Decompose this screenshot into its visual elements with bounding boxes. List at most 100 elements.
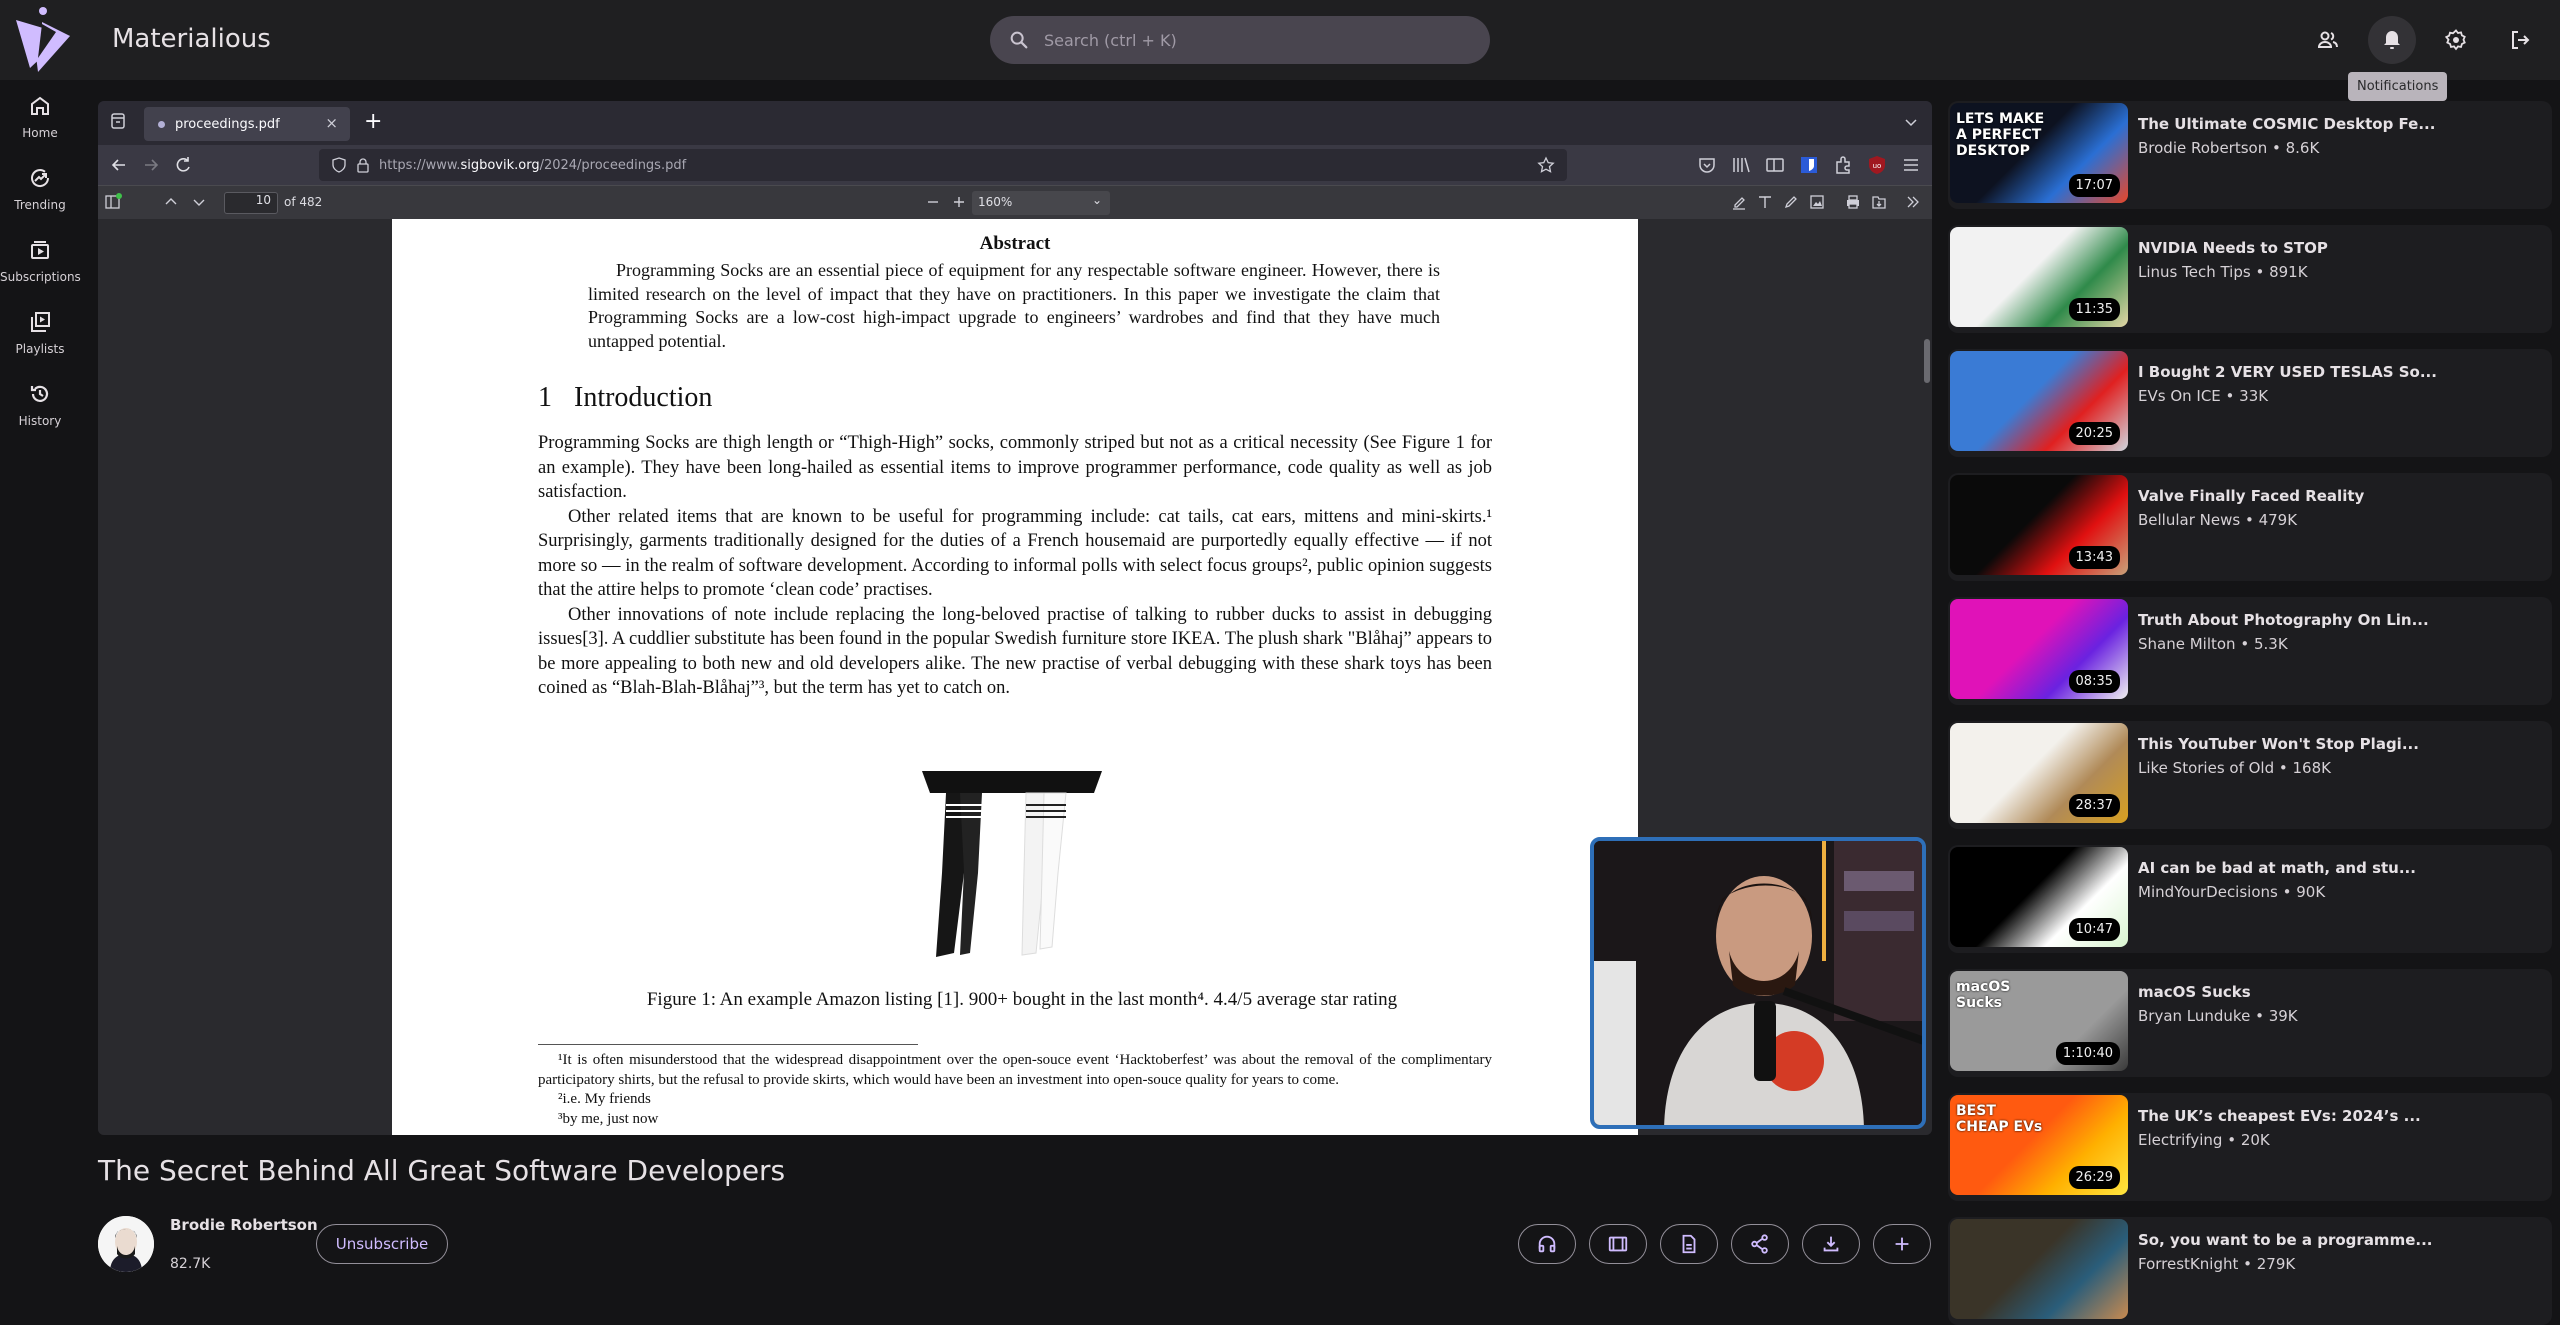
presenter-image [1594,841,1922,1125]
related-video-meta: Bellular News • 479K [2138,511,2297,529]
text-tool-icon [1759,196,1771,208]
zoom-level-select: 160% ⌄ [972,191,1110,215]
document-icon [1682,1234,1696,1254]
footnote: ¹It is often misunderstood that the wide… [538,1052,1492,1088]
audio-only-button[interactable] [1518,1224,1576,1264]
sidebar-item-label: Subscriptions [0,270,81,284]
app-logo-icon[interactable] [12,6,74,74]
channel-name[interactable]: Brodie Robertson [170,1216,318,1234]
video-thumbnail[interactable]: 10:47 [1950,847,2128,947]
related-video-title[interactable]: The Ultimate COSMIC Desktop Fe... [2138,115,2435,133]
logout-button[interactable] [2496,16,2544,64]
related-video-title[interactable]: The UK’s cheapest EVs: 2024’s ... [2138,1107,2421,1125]
figure-socks-image [922,771,1102,957]
abstract-body: Programming Socks are an essential piece… [588,260,1440,351]
video-thumbnail[interactable] [1950,1219,2128,1319]
related-view-count: • 891K [2250,263,2308,281]
app-title[interactable]: Materialious [112,24,271,54]
bitwarden-icon [1801,157,1817,173]
close-tab-icon: × [325,114,338,132]
people-icon [2317,31,2338,48]
transcript-button[interactable] [1660,1224,1718,1264]
reload-icon [176,157,190,172]
channel-avatar[interactable] [98,1216,154,1272]
unsubscribe-button[interactable]: Unsubscribe [316,1224,448,1264]
sidebar-item-subscriptions[interactable]: Subscriptions [0,238,81,284]
video-thumbnail[interactable]: 11:35 [1950,227,2128,327]
subscriptions-icon [31,241,49,259]
sidebar-item-label: Home [22,126,58,140]
related-video-title[interactable]: This YouTuber Won't Stop Plagi... [2138,735,2419,753]
related-video-item[interactable]: BEST CHEAP EVs 26:29 The UK’s cheapest EVs… [1948,1093,2552,1201]
related-channel-name: MindYourDecisions [2138,883,2278,901]
theater-mode-button[interactable] [1589,1224,1647,1264]
search-bar[interactable] [990,16,1490,64]
related-video-title[interactable]: AI can be bad at math, and stu... [2138,859,2416,877]
top-actions [2304,16,2544,64]
related-video-title[interactable]: macOS Sucks [2138,983,2251,1001]
video-thumbnail[interactable]: 13:43 [1950,475,2128,575]
search-input[interactable] [1044,30,1464,50]
add-to-playlist-button[interactable] [1873,1224,1931,1264]
share-button[interactable] [1731,1224,1789,1264]
shield-icon [332,157,346,173]
related-video-item[interactable]: 11:35 NVIDIA Needs to STOP Linus Tech Tips… [1948,225,2552,333]
video-thumbnail[interactable]: 28:37 [1950,723,2128,823]
video-thumbnail[interactable]: 20:25 [1950,351,2128,451]
plus-icon [1895,1237,1909,1251]
lock-icon [357,158,369,173]
paragraph: Programming Socks are thigh length or “T… [538,433,1492,502]
video-thumbnail[interactable]: LETS MAKE A PERFECT DESKTOP 17:07 [1950,103,2128,203]
related-view-count: • 168K [2274,759,2331,777]
related-video-title[interactable]: I Bought 2 VERY USED TESLAS So... [2138,363,2437,381]
related-video-item[interactable]: 20:25 I Bought 2 VERY USED TESLAS So... EV… [1948,349,2552,457]
related-video-item[interactable]: macOS Sucks 1:10:40 macOS Sucks Bryan Lundu… [1948,969,2552,1077]
page-total: of 482 [284,195,323,209]
settings-button[interactable] [2432,16,2480,64]
related-video-item[interactable]: 28:37 This YouTuber Won't Stop Plagi... Li… [1948,721,2552,829]
save-icon [1872,196,1886,209]
related-channel-name: Shane Milton [2138,635,2236,653]
video-duration: 17:07 [2068,174,2120,197]
related-video-title[interactable]: Truth About Photography On Lin... [2138,611,2429,629]
zoom-out-icon [928,201,938,203]
related-view-count: • 39K [2250,1007,2298,1025]
theater-mode-icon [1608,1236,1628,1252]
related-video-item[interactable]: 10:47 AI can be bad at math, and stu... Mi… [1948,845,2552,953]
video-duration: 10:47 [2068,918,2120,941]
video-duration: 13:43 [2068,546,2120,569]
url-text: https://www.sigbovik.org/2024/proceeding… [379,157,687,173]
notifications-button[interactable] [2368,16,2416,64]
related-video-item[interactable]: LETS MAKE A PERFECT DESKTOP 17:07 The Ulti… [1948,101,2552,209]
sidebar-item-trending[interactable]: Trending [0,166,80,212]
subscriber-count: 82.7K [170,1256,211,1272]
related-video-meta: MindYourDecisions • 90K [2138,883,2325,901]
video-player[interactable]: proceedings.pdf × + https://www.sigbovik… [98,101,1932,1135]
sidebar-item-home[interactable]: Home [0,94,80,140]
manage-subscriptions-button[interactable] [2304,16,2352,64]
history-icon [30,385,49,402]
download-button[interactable] [1802,1224,1860,1264]
video-thumbnail[interactable]: 08:35 [1950,599,2128,699]
related-video-item[interactable]: So, you want to be a programme... Forrest… [1948,1217,2552,1325]
related-video-meta: Shane Milton • 5.3K [2138,635,2288,653]
browser-tab: proceedings.pdf × [144,107,350,141]
related-channel-name: EVs On ICE [2138,387,2221,405]
related-channel-name: Linus Tech Tips [2138,263,2251,281]
related-video-title[interactable]: NVIDIA Needs to STOP [2138,239,2328,257]
page-number-field: 10 [224,192,278,214]
thumbnail-text: BEST CHEAP EVs [1956,1103,2043,1135]
sidebar-item-history[interactable]: History [0,382,80,428]
related-view-count: • 5.3K [2235,635,2288,653]
related-video-title[interactable]: So, you want to be a programme... [2138,1231,2432,1249]
related-video-title[interactable]: Valve Finally Faced Reality [2138,487,2364,505]
pdf-page: Abstract Programming Socks are an essent… [392,219,1638,1135]
related-video-item[interactable]: 13:43 Valve Finally Faced Reality Bellular… [1948,473,2552,581]
trending-icon [31,169,50,187]
browser-nav-bar: https://www.sigbovik.org/2024/proceeding… [98,145,1932,185]
video-thumbnail[interactable]: macOS Sucks 1:10:40 [1950,971,2128,1071]
video-thumbnail[interactable]: BEST CHEAP EVs 26:29 [1950,1095,2128,1195]
pdf-scrollbar [1924,339,1930,383]
related-video-item[interactable]: 08:35 Truth About Photography On Lin... Sh… [1948,597,2552,705]
sidebar-item-playlists[interactable]: Playlists [0,310,80,356]
